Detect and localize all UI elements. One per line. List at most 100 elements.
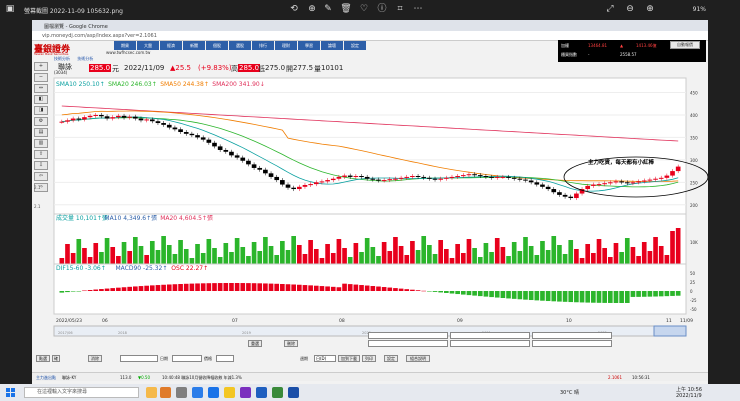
candle-body	[285, 184, 291, 188]
rotate-icon[interactable]: ⟲	[288, 3, 300, 15]
price-panel	[53, 77, 687, 223]
volume-bar	[381, 242, 387, 266]
zoom-in-icon[interactable]: ⊕	[644, 3, 656, 15]
osc-bar	[229, 283, 234, 291]
info-field[interactable]	[368, 332, 448, 339]
osc-bar	[562, 291, 568, 302]
taskbar-search[interactable]: 在這裡輸入文字來搜尋	[24, 387, 139, 398]
task-view-icon[interactable]	[176, 387, 187, 398]
osc-bar	[540, 291, 545, 301]
osc-bar	[87, 290, 93, 291]
price-tick-label: 450	[690, 90, 698, 95]
edit-icon[interactable]: ✎	[322, 3, 334, 15]
candle-body	[494, 176, 500, 178]
volume-bar	[675, 228, 681, 266]
volume-bar	[557, 245, 562, 266]
stock-pick-button[interactable]: 點選	[36, 355, 50, 362]
osc-bar	[59, 291, 65, 293]
volume-bar	[336, 239, 342, 266]
candle-body	[353, 176, 359, 178]
crop-icon[interactable]: ⌗	[394, 3, 406, 15]
status-left[interactable]: 主力進出點	[36, 375, 56, 381]
zoom-icon[interactable]: ⊕	[306, 3, 318, 15]
osc-bar	[551, 291, 557, 302]
tray-time[interactable]: 上午 10:56	[676, 386, 702, 393]
line-icon[interactable]	[272, 387, 283, 398]
cycle-select[interactable]: 日(D)	[314, 355, 336, 362]
help-button[interactable]: 組合說明	[406, 355, 430, 362]
delete-button[interactable]: 刪除	[284, 340, 298, 347]
status-news[interactable]: 10:40:48 聯詠10月營收降幅收斂 年減1.3%	[162, 375, 242, 381]
fullscreen-icon[interactable]: ⤢	[604, 3, 616, 15]
volume-legend-item: MA10 4,349.6↑張	[104, 215, 157, 222]
candle-body	[302, 185, 308, 187]
setting-button[interactable]: 設定	[384, 355, 398, 362]
windows-start-icon[interactable]	[6, 388, 15, 397]
price-label: 價格	[204, 356, 212, 361]
osc-bar	[455, 291, 460, 295]
status-price: 113.0	[120, 375, 132, 380]
volume-bar	[65, 244, 70, 266]
osc-bar	[630, 291, 636, 297]
price-input[interactable]	[172, 355, 202, 362]
osc-bar	[432, 291, 438, 292]
osc-bar	[427, 291, 432, 292]
candle-body	[393, 178, 398, 180]
osc-bar	[376, 286, 381, 291]
candle-body	[455, 176, 460, 178]
candle-body	[653, 178, 658, 180]
info-field[interactable]	[532, 332, 612, 339]
viewer-title: 螢幕截圖 2022-11-09 105632.png	[24, 8, 123, 15]
info-field[interactable]	[532, 340, 612, 347]
candle-body	[166, 124, 172, 128]
osc-bar	[263, 283, 268, 291]
price-tick-label: 300	[690, 158, 698, 163]
folder-icon[interactable]	[224, 387, 235, 398]
extra-input[interactable]	[216, 355, 234, 362]
date-input[interactable]	[120, 355, 158, 362]
volume-legend-item: 成交量 10,101↑張	[56, 214, 108, 222]
info-field[interactable]	[450, 340, 530, 347]
info-field[interactable]	[450, 332, 530, 339]
volume-bar	[104, 238, 110, 266]
chrome-icon[interactable]	[208, 387, 219, 398]
volume-bar	[370, 247, 376, 266]
weather-text[interactable]: 30°C 晴	[560, 389, 579, 396]
osc-bar	[596, 291, 602, 303]
favorite-icon[interactable]: ♡	[358, 3, 370, 15]
macd-legend-item: MACD90 -25.32↑	[116, 265, 168, 272]
print-button[interactable]: 列印	[362, 355, 376, 362]
osc-bar	[387, 287, 393, 291]
tray-date[interactable]: 2022/11/9	[676, 393, 702, 399]
more-icon[interactable]: ⋯	[412, 3, 424, 15]
candle-body	[602, 183, 607, 185]
zoom-level: 91%	[692, 6, 706, 13]
volume-bar	[296, 245, 302, 266]
add-download-button[interactable]: 加到下載	[338, 355, 360, 362]
word-icon[interactable]	[256, 387, 267, 398]
lion-app-icon[interactable]	[160, 387, 171, 398]
volume-bar	[149, 241, 155, 266]
osc-bar	[308, 285, 313, 291]
osc-bar	[670, 291, 675, 296]
new-button[interactable]: 重選	[248, 340, 262, 347]
candle-body	[427, 177, 432, 179]
clear-button[interactable]: 消除	[88, 355, 102, 362]
info-field[interactable]	[368, 340, 448, 347]
time-tick-label: 2022/05/23	[56, 318, 82, 324]
app-icon[interactable]	[288, 387, 299, 398]
candle-body	[415, 176, 421, 178]
edge-icon[interactable]	[192, 387, 203, 398]
onenote-icon[interactable]	[240, 387, 251, 398]
candle-body	[308, 184, 313, 186]
price-chart[interactable]: 450400350300250200SMA10 250.10↑ SMA20 246…	[32, 40, 708, 344]
cat-app-icon[interactable]	[146, 387, 157, 398]
volume-bar	[93, 243, 99, 266]
zoom-out-icon[interactable]: ⊖	[624, 3, 636, 15]
info-icon[interactable]: ⓘ	[376, 3, 388, 15]
candle-body	[59, 121, 65, 123]
delete-icon[interactable]: 🗑	[340, 3, 352, 15]
confirm-button[interactable]: 確	[52, 355, 60, 362]
osc-bar	[195, 283, 200, 291]
candle-body	[540, 184, 545, 187]
